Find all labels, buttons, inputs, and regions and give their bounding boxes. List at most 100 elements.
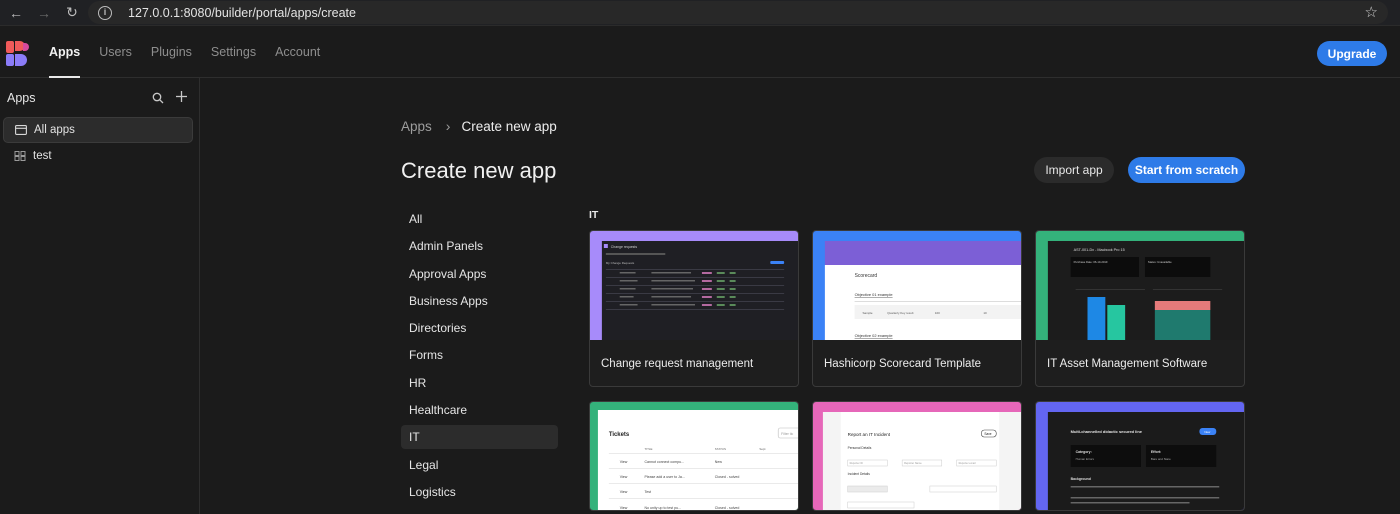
- svg-text:STATUS: STATUS: [715, 447, 726, 451]
- svg-text:Human Errors: Human Errors: [1076, 457, 1095, 461]
- bookmark-star-icon[interactable]: ☆: [1365, 3, 1378, 21]
- svg-text:Objective 01 example: Objective 01 example: [855, 292, 894, 297]
- add-icon[interactable]: [175, 90, 188, 103]
- breadcrumb-apps[interactable]: Apps: [401, 119, 432, 134]
- svg-text:Objective 02 example: Objective 02 example: [855, 333, 894, 338]
- tab-users[interactable]: Users: [99, 26, 132, 78]
- svg-text:Sept: Sept: [759, 447, 765, 451]
- start-from-scratch-button[interactable]: Start from scratch: [1128, 157, 1245, 183]
- svg-text:TITLE: TITLE: [644, 447, 652, 451]
- template-card-it-incident[interactable]: Report an IT Incident Save Personal Deta…: [812, 401, 1022, 511]
- svg-text:Background: Background: [1071, 477, 1091, 481]
- template-card-tickets[interactable]: Tickets Filter tic TITLE STATUS Sept Vie…: [589, 401, 799, 511]
- svg-text:View: View: [620, 506, 628, 510]
- svg-text:New: New: [1204, 430, 1211, 434]
- svg-text:Sample: Sample: [863, 311, 873, 315]
- sidebar-item-label: test: [33, 150, 52, 162]
- svg-text:Reporter Name: Reporter Name: [904, 461, 922, 465]
- grid-icon: [14, 151, 26, 161]
- svg-text:Closed - solved: Closed - solved: [715, 506, 740, 510]
- breadcrumb-current: Create new app: [461, 118, 557, 134]
- svg-text:No unity up to test pu...: No unity up to test pu...: [644, 506, 681, 510]
- template-preview: Report an IT Incident Save Personal Deta…: [813, 402, 1021, 510]
- address-bar[interactable]: i 127.0.0.1:8080/builder/portal/apps/cre…: [88, 1, 1388, 24]
- svg-text:View: View: [620, 490, 628, 494]
- category-list: All Admin Panels Approval Apps Business …: [401, 207, 558, 507]
- template-name: IT Asset Management Software: [1047, 358, 1208, 370]
- budibase-logo-icon[interactable]: [6, 41, 32, 67]
- main-content: Apps › Create new app Create new app Imp…: [201, 78, 1400, 514]
- url-text[interactable]: 127.0.0.1:8080/builder/portal/apps/creat…: [128, 6, 356, 20]
- category-business-apps[interactable]: Business Apps: [401, 289, 558, 313]
- category-admin-panels[interactable]: Admin Panels: [401, 234, 558, 258]
- svg-text:AST-001-Dx - Macbook Pro 15: AST-001-Dx - Macbook Pro 15: [1074, 248, 1125, 252]
- svg-text:View: View: [620, 475, 628, 479]
- section-heading: IT: [589, 209, 599, 221]
- svg-text:Effort:: Effort:: [1151, 450, 1161, 454]
- svg-text:Quarterly Key result: Quarterly Key result: [887, 311, 913, 315]
- tab-plugins[interactable]: Plugins: [151, 26, 192, 78]
- svg-text:100: 100: [935, 311, 940, 315]
- forward-arrow-icon[interactable]: →: [30, 0, 58, 26]
- template-card-hashicorp-scorecard[interactable]: Scorecard Objective 01 example Sample Qu…: [812, 230, 1022, 387]
- svg-text:New: New: [715, 460, 723, 464]
- svg-text:Tickets: Tickets: [609, 432, 630, 438]
- svg-text:Reporter ID: Reporter ID: [850, 461, 863, 465]
- svg-text:Category:: Category:: [1076, 450, 1092, 454]
- svg-text:View: View: [620, 460, 628, 464]
- tab-settings[interactable]: Settings: [211, 26, 256, 78]
- template-preview: Scorecard Objective 01 example Sample Qu…: [813, 231, 1021, 340]
- template-preview: Tickets Filter tic TITLE STATUS Sept Vie…: [590, 402, 798, 510]
- svg-text:Incident Details: Incident Details: [848, 472, 871, 476]
- category-approval-apps[interactable]: Approval Apps: [401, 262, 558, 286]
- page-title: Create new app: [401, 158, 557, 183]
- browser-toolbar: ← → ↻ i 127.0.0.1:8080/builder/portal/ap…: [0, 0, 1400, 26]
- svg-text:Cannot connect compu...: Cannot connect compu...: [644, 460, 684, 464]
- top-navigation: Apps Users Plugins Settings Account Upgr…: [0, 26, 1400, 78]
- category-healthcare[interactable]: Healthcare: [401, 398, 558, 422]
- category-legal[interactable]: Legal: [401, 453, 558, 477]
- category-forms[interactable]: Forms: [401, 343, 558, 367]
- sidebar-item-label: All apps: [34, 124, 75, 136]
- category-hr[interactable]: HR: [401, 371, 558, 395]
- sidebar-title: Apps: [7, 91, 36, 105]
- svg-text:10: 10: [983, 311, 987, 315]
- tab-account[interactable]: Account: [275, 26, 320, 78]
- import-app-button[interactable]: Import app: [1034, 157, 1114, 183]
- category-all[interactable]: All: [401, 207, 558, 231]
- svg-text:Save: Save: [984, 432, 991, 436]
- template-name: Hashicorp Scorecard Template: [824, 358, 982, 370]
- template-name: Change request management: [601, 358, 754, 370]
- template-card-multi-channelled[interactable]: Multi-channelled didactic secured line N…: [1035, 401, 1245, 511]
- template-card-change-request[interactable]: Change requests My Change Requests Chang…: [589, 230, 799, 387]
- svg-text:Filter tic: Filter tic: [781, 432, 793, 436]
- category-directories[interactable]: Directories: [401, 316, 558, 340]
- svg-text:Multi-channelled didactic secu: Multi-channelled didactic secured line: [1071, 429, 1143, 434]
- window-icon: [15, 125, 27, 135]
- svg-text:Personal Details: Personal Details: [848, 446, 872, 450]
- template-card-it-asset-management[interactable]: AST-001-Dx - Macbook Pro 15 Purchase Dat…: [1035, 230, 1245, 387]
- reload-icon[interactable]: ↻: [58, 0, 86, 26]
- svg-text:Bare and Stare: Bare and Stare: [1151, 457, 1171, 461]
- template-preview: AST-001-Dx - Macbook Pro 15 Purchase Dat…: [1036, 231, 1244, 340]
- breadcrumb: Apps › Create new app: [401, 118, 557, 134]
- svg-text:Status: Unavailable: Status: Unavailable: [1148, 260, 1172, 264]
- upgrade-button[interactable]: Upgrade: [1317, 41, 1387, 66]
- sidebar-item-all-apps[interactable]: All apps: [3, 117, 193, 143]
- template-preview: Change requests My Change Requests: [590, 231, 798, 340]
- category-logistics[interactable]: Logistics: [401, 480, 558, 504]
- svg-text:My Change Requests: My Change Requests: [606, 261, 635, 265]
- svg-text:Change requests: Change requests: [611, 245, 638, 249]
- svg-text:Purchase Date: 06-10-2019: Purchase Date: 06-10-2019: [1074, 260, 1108, 264]
- svg-text:Test: Test: [644, 490, 651, 494]
- tab-apps[interactable]: Apps: [49, 26, 81, 78]
- svg-text:Reporter email: Reporter email: [959, 461, 976, 465]
- svg-text:Closed - solved: Closed - solved: [715, 475, 740, 479]
- sidebar: Apps All apps test: [0, 78, 200, 514]
- back-arrow-icon[interactable]: ←: [2, 0, 30, 26]
- sidebar-item-test[interactable]: test: [3, 143, 193, 169]
- site-info-icon[interactable]: i: [98, 5, 112, 20]
- search-icon[interactable]: [152, 92, 164, 104]
- chevron-right-icon: ›: [445, 118, 451, 134]
- category-it[interactable]: IT: [401, 425, 558, 450]
